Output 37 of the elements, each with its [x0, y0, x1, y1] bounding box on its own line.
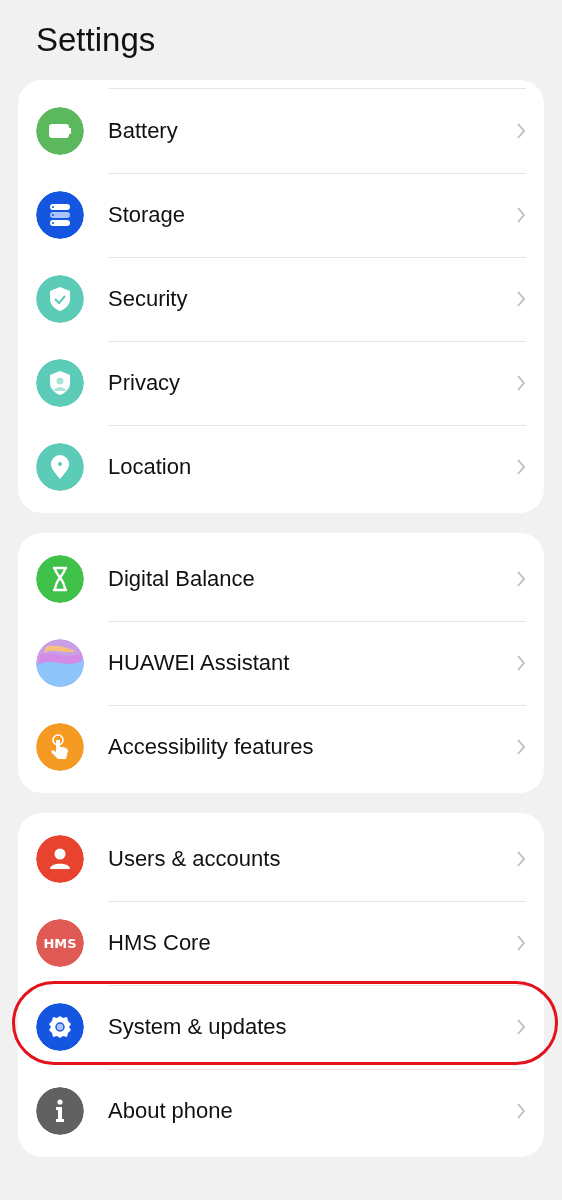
hourglass-icon	[36, 555, 84, 603]
chevron-right-icon	[516, 291, 526, 307]
info-icon	[36, 1087, 84, 1135]
chevron-right-icon	[516, 739, 526, 755]
chevron-right-icon	[516, 375, 526, 391]
settings-item[interactable]: HUAWEI Assistant	[18, 621, 544, 705]
settings-item[interactable]: System & updates	[18, 985, 544, 1069]
gradient-orb-icon	[36, 639, 84, 687]
chevron-right-icon	[516, 571, 526, 587]
hms-icon: HMS	[36, 919, 84, 967]
settings-item[interactable]: Digital Balance	[18, 537, 544, 621]
battery-icon	[36, 107, 84, 155]
person-icon	[36, 835, 84, 883]
settings-item[interactable]: Storage	[18, 173, 544, 257]
shield-person-icon	[36, 359, 84, 407]
chevron-right-icon	[516, 655, 526, 671]
chevron-right-icon	[516, 1019, 526, 1035]
settings-item[interactable]: Privacy	[18, 341, 544, 425]
settings-item[interactable]: HMS HMS Core	[18, 901, 544, 985]
chevron-right-icon	[516, 851, 526, 867]
chevron-right-icon	[516, 935, 526, 951]
storage-icon	[36, 191, 84, 239]
chevron-right-icon	[516, 123, 526, 139]
chevron-right-icon	[516, 1103, 526, 1119]
settings-item[interactable]: Security	[18, 257, 544, 341]
gear-icon	[36, 1003, 84, 1051]
settings-item[interactable]: Battery	[18, 89, 544, 173]
shield-check-icon	[36, 275, 84, 323]
settings-item[interactable]: About phone	[18, 1069, 544, 1153]
chevron-right-icon	[516, 207, 526, 223]
location-pin-icon	[36, 443, 84, 491]
settings-item[interactable]: Location	[18, 425, 544, 509]
hand-pointer-icon	[36, 723, 84, 771]
page-title: Settings	[36, 20, 157, 60]
settings-item[interactable]: Accessibility features	[18, 705, 544, 789]
chevron-right-icon	[516, 459, 526, 475]
settings-item[interactable]: Users & accounts	[18, 817, 544, 901]
